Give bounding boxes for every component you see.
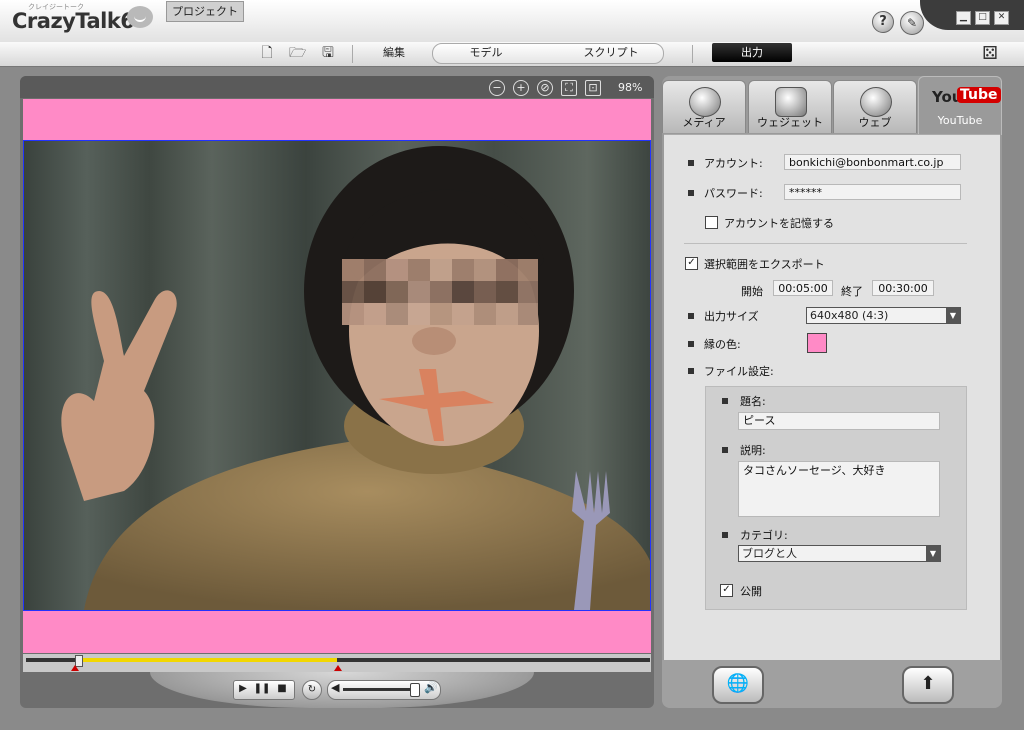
dice-icon[interactable]: ⚄	[978, 43, 1002, 65]
range-start-marker[interactable]	[71, 665, 79, 671]
film-reel-icon	[689, 87, 721, 117]
output-size-select[interactable]: 640x480 (4:3) ▼	[806, 307, 961, 324]
photo-illustration	[24, 141, 650, 610]
edit-menu[interactable]: 編集	[372, 43, 416, 62]
tab-widget[interactable]: ウェジェット	[748, 80, 832, 133]
start-label: 開始	[741, 285, 763, 298]
minimize-button[interactable]: ▁	[956, 11, 971, 25]
title-bar	[0, 0, 1024, 43]
category-select[interactable]: ブログと人 ▼	[738, 545, 941, 562]
preview-globe-button[interactable]: 🌐	[712, 666, 764, 704]
timeline-selection	[79, 658, 337, 662]
www-globe-icon	[860, 87, 892, 117]
bullet	[688, 341, 694, 347]
bullet	[688, 313, 694, 319]
upload-arrow-icon: ⬆	[920, 673, 936, 694]
remember-account-checkbox[interactable]	[705, 216, 718, 229]
toolbar-divider	[352, 45, 353, 63]
start-time-field[interactable]: 00:05:00	[773, 280, 833, 296]
bullet	[722, 447, 728, 453]
title-field[interactable]: ピース	[738, 412, 940, 430]
save-disk-icon[interactable]: 🖫	[320, 45, 336, 61]
description-label: 説明:	[740, 444, 766, 457]
bullet	[722, 532, 728, 538]
bullet	[688, 368, 694, 374]
window-controls: ▁ □ ✕	[920, 0, 1024, 30]
description-field[interactable]: タコさんソーセージ、大好き	[738, 461, 940, 517]
chevron-down-icon: ▼	[946, 308, 960, 323]
range-end-marker[interactable]	[334, 665, 342, 671]
export-range-label: 選択範囲をエクスポート	[704, 258, 825, 271]
end-label: 終了	[841, 285, 863, 298]
loop-icon[interactable]: ↻	[302, 680, 322, 700]
close-button[interactable]: ✕	[994, 11, 1009, 25]
export-range-checkbox[interactable]: ✓	[685, 257, 698, 270]
help-button[interactable]: ?	[872, 11, 894, 33]
category-value: ブログと人	[742, 547, 797, 560]
bullet	[688, 160, 694, 166]
pixel-mosaic	[342, 259, 538, 325]
stage-photo[interactable]	[23, 140, 651, 611]
tab-media[interactable]: メディア	[662, 80, 746, 133]
app-logo: CrazyTalk6	[12, 9, 135, 33]
bullet	[722, 398, 728, 404]
title-label: 題名:	[740, 395, 766, 408]
category-label: カテゴリ:	[740, 529, 788, 542]
chevron-down-icon: ▼	[926, 546, 940, 561]
play-icon[interactable]: ▶	[234, 681, 252, 697]
model-menu[interactable]: モデル	[458, 43, 514, 62]
youtube-logo-tube: Tube	[957, 87, 1001, 103]
account-field[interactable]: bonkichi@bonbonmart.co.jp	[784, 154, 961, 170]
tools-button[interactable]: ✎	[900, 11, 924, 35]
end-time-field[interactable]: 00:30:00	[872, 280, 934, 296]
password-label: パスワード:	[704, 187, 763, 200]
output-size-value: 640x480 (4:3)	[810, 309, 889, 322]
output-size-label: 出力サイズ	[704, 310, 759, 323]
pause-icon[interactable]: ❚❚	[253, 681, 271, 697]
public-label: 公開	[740, 585, 762, 598]
widget-icon	[775, 87, 807, 117]
maximize-button[interactable]: □	[975, 11, 990, 25]
bullet	[688, 190, 694, 196]
refresh-globe-icon: 🌐	[726, 673, 750, 694]
volume-track[interactable]	[343, 688, 419, 691]
actual-size-icon[interactable]: ⊡	[585, 80, 601, 96]
tab-web-label: ウェブ	[858, 116, 892, 129]
tab-youtube-label: YouTube	[937, 114, 983, 127]
output-menu[interactable]: 出力	[712, 43, 792, 62]
stop-icon[interactable]: ■	[273, 681, 291, 697]
volume-low-icon: ◀	[331, 681, 340, 694]
file-settings-label: ファイル設定:	[704, 365, 774, 378]
toolbar-divider	[692, 45, 693, 63]
volume-knob[interactable]	[410, 683, 420, 697]
reset-zoom-icon[interactable]: ⊘	[537, 80, 553, 96]
project-menu[interactable]: プロジェクト	[166, 1, 244, 22]
open-folder-icon[interactable]: 🗁	[289, 45, 306, 61]
script-menu[interactable]: スクリプト	[576, 43, 646, 62]
account-label: アカウント:	[704, 157, 763, 170]
new-file-icon[interactable]: 🗋	[259, 45, 275, 61]
border-color-label: 縁の色:	[704, 338, 741, 351]
zoom-level: 98%	[618, 81, 643, 94]
public-checkbox[interactable]: ✓	[720, 584, 733, 597]
border-color-swatch[interactable]	[807, 333, 827, 353]
zoom-out-icon[interactable]: −	[489, 80, 505, 96]
volume-high-icon: 🔊	[424, 681, 438, 694]
tab-widget-label: ウェジェット	[757, 116, 823, 129]
tab-media-label: メディア	[682, 116, 726, 129]
fit-view-icon[interactable]: ⛶	[561, 80, 577, 96]
stage-header	[20, 76, 654, 98]
zoom-in-icon[interactable]: +	[513, 80, 529, 96]
divider	[684, 243, 967, 244]
remember-account-label: アカウントを記憶する	[724, 217, 834, 230]
upload-button[interactable]: ⬆	[902, 666, 954, 704]
smile-bubble-icon	[127, 6, 153, 28]
password-field[interactable]: ******	[784, 184, 961, 200]
tab-web[interactable]: ウェブ	[833, 80, 917, 133]
